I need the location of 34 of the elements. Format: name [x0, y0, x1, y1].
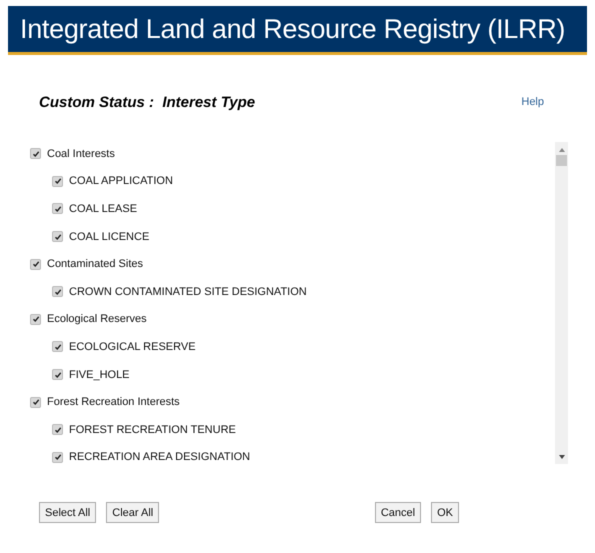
checkbox-label[interactable]: COAL LEASE: [69, 202, 138, 215]
checkbox[interactable]: [52, 452, 63, 463]
checkbox[interactable]: [52, 176, 63, 187]
scroll-down-icon[interactable]: [558, 455, 564, 459]
checkbox[interactable]: [52, 369, 63, 380]
checkbox-label[interactable]: FOREST RECREATION TENURE: [69, 424, 236, 436]
dialog-button[interactable]: OK: [431, 502, 459, 523]
checkbox-label[interactable]: Ecological Reserves: [47, 313, 147, 326]
checkbox[interactable]: [30, 314, 41, 325]
app-title: Integrated Land and Resource Registry (ILRR): [20, 14, 566, 44]
checkbox-label[interactable]: RECREATION AREA DESIGNATION: [69, 451, 250, 464]
checkbox-label[interactable]: Coal Interests: [47, 148, 115, 160]
scroll-thumb[interactable]: [556, 155, 567, 166]
checkbox-label[interactable]: CROWN CONTAMINATED SITE DESIGNATION: [69, 286, 307, 298]
scrollbar[interactable]: [555, 142, 568, 464]
page-heading: Custom Status : Interest Type: [38, 94, 256, 110]
checkbox-label[interactable]: Contaminated Sites: [47, 258, 143, 270]
checkbox[interactable]: [30, 258, 41, 270]
checkbox-label[interactable]: COAL APPLICATION: [69, 175, 173, 188]
action-button[interactable]: Select All: [39, 502, 96, 523]
checkbox-label[interactable]: FIVE_HOLE: [69, 368, 130, 381]
checkbox[interactable]: [52, 286, 63, 298]
checkbox[interactable]: [52, 341, 63, 352]
help-link[interactable]: Help: [521, 96, 544, 108]
checkbox-label[interactable]: COAL LICENCE: [69, 230, 150, 243]
checkbox[interactable]: [52, 424, 63, 436]
checkbox[interactable]: [30, 396, 41, 408]
checkbox-label[interactable]: Forest Recreation Interests: [47, 396, 180, 408]
dialog-button[interactable]: Cancel: [374, 502, 422, 523]
checkbox[interactable]: [52, 203, 63, 214]
checkbox[interactable]: [52, 231, 63, 242]
checkbox-label[interactable]: ECOLOGICAL RESERVE: [69, 340, 196, 353]
action-button[interactable]: Clear All: [106, 502, 160, 523]
checkbox[interactable]: [30, 148, 41, 160]
